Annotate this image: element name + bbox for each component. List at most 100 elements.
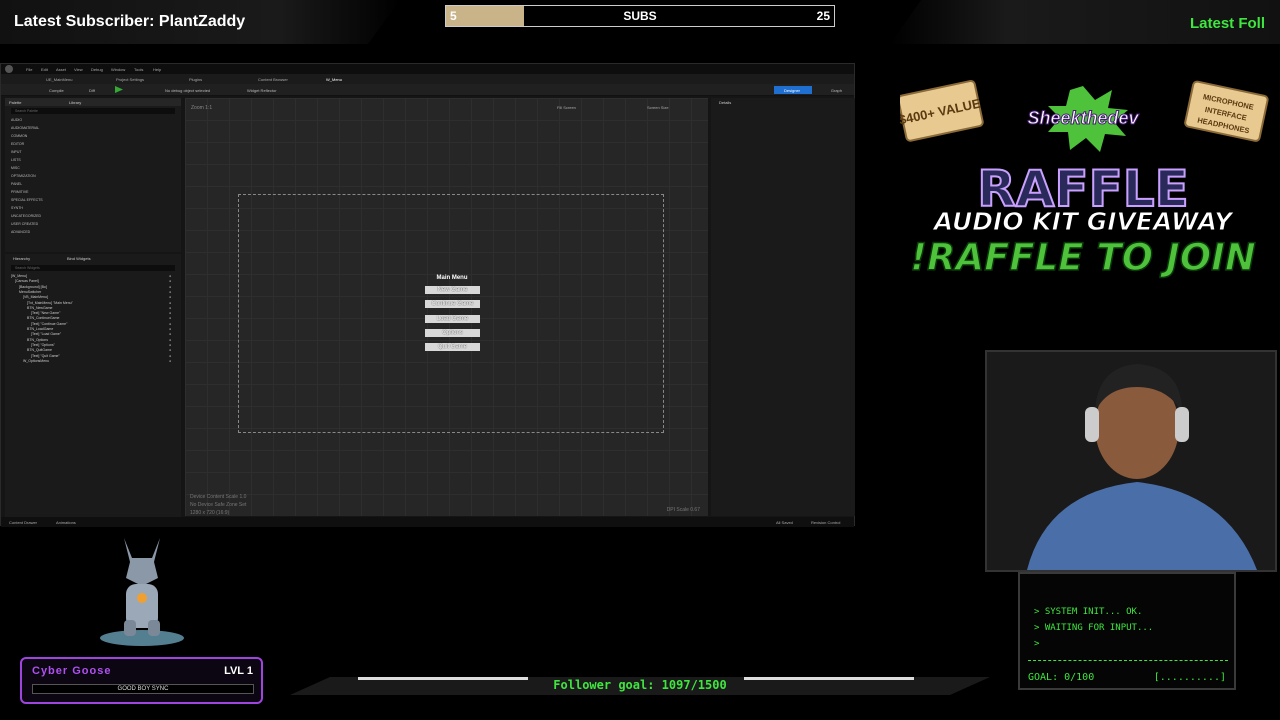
- menu-window[interactable]: Window: [111, 67, 125, 72]
- hierarchy-item[interactable]: BTN_QuitGame: [27, 348, 52, 352]
- graph-button[interactable]: Graph: [831, 88, 842, 93]
- raffle-graphic: $400+ VALUE Sheekthedev MICROPHONE INTER…: [900, 79, 1269, 280]
- content-drawer-button[interactable]: Content Drawer: [9, 520, 37, 525]
- hierarchy-item[interactable]: [Text] "Options": [31, 343, 55, 347]
- continue-game-button[interactable]: Continue Game: [425, 300, 480, 308]
- hierarchy-item[interactable]: MenuSwitcher: [19, 290, 41, 294]
- tab-plugins[interactable]: Plugins: [189, 77, 202, 82]
- visibility-eye-icon[interactable]: ●: [169, 274, 171, 278]
- subs-label: SUBS: [623, 9, 657, 23]
- hierarchy-item[interactable]: [Background] [Bo]: [19, 285, 47, 289]
- designer-button[interactable]: Designer: [774, 86, 812, 94]
- bind-widgets-tab[interactable]: Bind Widgets: [67, 256, 91, 261]
- follower-goal-text: Follower goal: 1097/1500: [553, 678, 727, 692]
- palette-category[interactable]: OPTIMIZATION: [11, 174, 36, 178]
- details-tab[interactable]: Details: [719, 100, 731, 105]
- palette-category[interactable]: EDITOR: [11, 142, 24, 146]
- visibility-eye-icon[interactable]: ●: [169, 359, 171, 363]
- hierarchy-item[interactable]: W_OptionsMenu: [23, 359, 49, 363]
- load-game-button[interactable]: Load Game: [425, 315, 480, 323]
- palette-category[interactable]: ADVANCED: [11, 230, 30, 234]
- designer-canvas[interactable]: Zoom 1:1 Fill Screen Screen Size Main Me…: [185, 98, 708, 516]
- palette-category[interactable]: UNCATEGORIZED: [11, 214, 41, 218]
- visibility-eye-icon[interactable]: ●: [169, 301, 171, 305]
- menu-help[interactable]: Help: [153, 67, 161, 72]
- visibility-eye-icon[interactable]: ●: [169, 354, 171, 358]
- visibility-eye-icon[interactable]: ●: [169, 285, 171, 289]
- visibility-eye-icon[interactable]: ●: [169, 322, 171, 326]
- unreal-logo-icon: [5, 65, 13, 73]
- tab-content-browser[interactable]: Content Browser: [258, 77, 288, 82]
- palette-category[interactable]: SYNTH: [11, 206, 23, 210]
- new-game-button[interactable]: New Game: [425, 286, 480, 294]
- pet-tagline: GOOD BOY SYNC: [32, 684, 254, 694]
- widget-reflector-button[interactable]: Widget Reflector: [247, 88, 277, 93]
- hierarchy-search-input[interactable]: Search Widgets: [11, 265, 175, 271]
- hierarchy-item[interactable]: [Text] "Continue Game": [31, 322, 67, 326]
- tab-project-settings[interactable]: Project Settings: [116, 77, 144, 82]
- palette-category[interactable]: AUDIOMATERIAL: [11, 126, 39, 130]
- editor-tab-bar: UE_MainMenu Project Settings Plugins Con…: [1, 74, 854, 84]
- hierarchy-item[interactable]: [Canvas Panel]: [15, 279, 39, 283]
- play-icon[interactable]: [115, 86, 123, 93]
- visibility-eye-icon[interactable]: ●: [169, 311, 171, 315]
- hierarchy-item[interactable]: [Text] "Quit Game": [31, 354, 60, 358]
- hierarchy-item[interactable]: [W_Menu]: [11, 274, 27, 278]
- hierarchy-item[interactable]: [Text] "New Game": [31, 311, 60, 315]
- visibility-eye-icon[interactable]: ●: [169, 295, 171, 299]
- visibility-eye-icon[interactable]: ●: [169, 327, 171, 331]
- diff-button[interactable]: Diff: [89, 88, 95, 93]
- fill-screen-dropdown[interactable]: Fill Screen: [557, 105, 576, 110]
- palette-category[interactable]: MISC: [11, 166, 20, 170]
- palette-category[interactable]: PRIMITIVE: [11, 190, 29, 194]
- palette-category[interactable]: PANEL: [11, 182, 22, 186]
- menu-file[interactable]: File: [26, 67, 32, 72]
- hierarchy-item[interactable]: BTN_ContinueGame: [27, 316, 60, 320]
- hierarchy-item[interactable]: BTN_LoadGame: [27, 327, 53, 331]
- debug-object-select[interactable]: No debug object selected: [165, 88, 210, 93]
- pet-name: Cyber Goose: [32, 665, 112, 677]
- visibility-eye-icon[interactable]: ●: [169, 316, 171, 320]
- visibility-eye-icon[interactable]: ●: [169, 290, 171, 294]
- menu-view[interactable]: View: [74, 67, 83, 72]
- revision-control-button[interactable]: Revision Control: [811, 520, 840, 525]
- hierarchy-item[interactable]: BTN_NewGame: [27, 306, 52, 310]
- options-button[interactable]: Options: [425, 329, 480, 337]
- palette-header: Palette Library: [5, 98, 181, 106]
- screen-frame[interactable]: Main Menu New Game Continue Game Load Ga…: [238, 194, 664, 433]
- palette-category[interactable]: COMMON: [11, 134, 27, 138]
- palette-search-input[interactable]: Search Palette: [11, 108, 175, 114]
- palette-category[interactable]: SPECIAL EFFECTS: [11, 198, 43, 202]
- safe-zone: No Device Safe Zone Set: [190, 502, 247, 508]
- animations-button[interactable]: Animations: [56, 520, 76, 525]
- tab-project[interactable]: UE_MainMenu: [46, 77, 72, 82]
- quit-game-button[interactable]: Quit Game: [425, 343, 480, 351]
- visibility-eye-icon[interactable]: ●: [169, 332, 171, 336]
- visibility-eye-icon[interactable]: ●: [169, 343, 171, 347]
- menu-edit[interactable]: Edit: [41, 67, 48, 72]
- screen-size-dropdown[interactable]: Screen Size: [647, 105, 669, 110]
- visibility-eye-icon[interactable]: ●: [169, 306, 171, 310]
- streamer-silhouette: [987, 352, 1275, 570]
- library-tab[interactable]: Library: [69, 100, 81, 105]
- hierarchy-item[interactable]: BTN_Options: [27, 338, 48, 342]
- compile-button[interactable]: Compile: [49, 88, 64, 93]
- palette-category[interactable]: AUDIO: [11, 118, 22, 122]
- palette-category[interactable]: INPUT: [11, 150, 22, 154]
- palette-category[interactable]: USER CREATED: [11, 222, 38, 226]
- hierarchy-item[interactable]: [Txt_MainMenu] "Main Menu": [27, 301, 73, 305]
- hierarchy-item[interactable]: [Text] "Load Game": [31, 332, 61, 336]
- hierarchy-tab[interactable]: Hierarchy: [13, 256, 30, 261]
- palette-title[interactable]: Palette: [9, 100, 21, 105]
- visibility-eye-icon[interactable]: ●: [169, 338, 171, 342]
- visibility-eye-icon[interactable]: ●: [169, 279, 171, 283]
- tab-w-menu[interactable]: W_Menu: [326, 77, 342, 82]
- palette-category[interactable]: LISTS: [11, 158, 21, 162]
- all-saved-indicator[interactable]: All Saved: [776, 520, 793, 525]
- menu-debug[interactable]: Debug: [91, 67, 103, 72]
- hierarchy-item[interactable]: [VB_MainMenu]: [23, 295, 48, 299]
- menu-asset[interactable]: Asset: [56, 67, 66, 72]
- menu-tools[interactable]: Tools: [134, 67, 143, 72]
- visibility-eye-icon[interactable]: ●: [169, 348, 171, 352]
- pet-badge: Cyber Goose LVL 1 GOOD BOY SYNC: [20, 657, 263, 704]
